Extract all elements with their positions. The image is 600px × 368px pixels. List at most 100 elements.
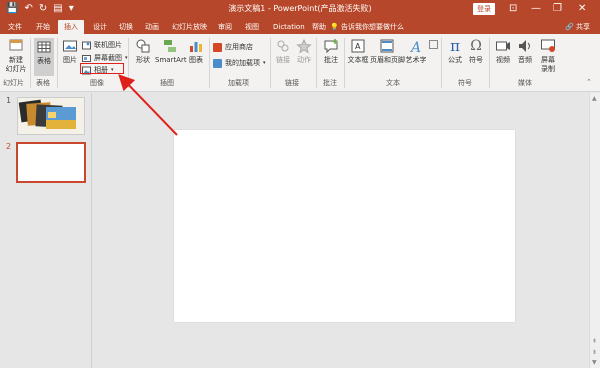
- powerpoint-window: 💾 ↶ ↻ ▤ ▾ 演示文稿1 - PowerPoint(产品激活失败) 登录 …: [0, 0, 600, 368]
- table-icon: [37, 41, 51, 53]
- link-button[interactable]: 链接: [274, 38, 292, 65]
- picture-label: 图片: [63, 56, 77, 64]
- vertical-scrollbar[interactable]: ▲ ⇞ ⇟ ▼: [589, 93, 600, 368]
- chevron-up-icon: ⌃: [586, 78, 592, 86]
- video-button[interactable]: 视频: [493, 38, 513, 65]
- chart-label: 图表: [189, 56, 203, 64]
- tab-file[interactable]: 文件: [8, 20, 22, 34]
- action-label: 动作: [297, 56, 311, 64]
- my-addins-button[interactable]: 我的加载项 ▾: [213, 58, 266, 68]
- group-label-links: 链接: [285, 79, 299, 87]
- ribbon-display-options-icon[interactable]: ⊡: [509, 2, 517, 16]
- tab-animations[interactable]: 动画: [145, 20, 159, 34]
- tab-transitions[interactable]: 切换: [119, 20, 133, 34]
- tab-view[interactable]: 视图: [245, 20, 259, 34]
- group-label-slides: 幻灯片: [3, 79, 24, 87]
- group-label-addins: 加载项: [228, 79, 249, 87]
- chart-icon: [190, 42, 202, 52]
- text-options-icon: [429, 40, 438, 49]
- group-label-media: 媒体: [518, 79, 532, 87]
- text-more-options[interactable]: [429, 40, 438, 49]
- comment-icon: [324, 39, 338, 54]
- smartart-label: SmartArt: [155, 56, 187, 64]
- symbol-label: 符号: [469, 56, 483, 64]
- tab-review[interactable]: 审阅: [218, 20, 232, 34]
- symbol-button[interactable]: Ω 符号: [467, 38, 485, 65]
- tab-dictation[interactable]: Dictation: [273, 20, 305, 34]
- comment-button[interactable]: 批注: [321, 38, 341, 65]
- tab-slideshow[interactable]: 幻灯片放映: [172, 20, 207, 34]
- share-button[interactable]: 🔗 共享: [565, 20, 590, 34]
- online-pictures-button[interactable]: 联机图片: [82, 40, 122, 50]
- smartart-icon: [164, 40, 176, 52]
- restore-button[interactable]: ❐: [553, 2, 562, 16]
- slide-number: 1: [6, 96, 12, 105]
- shapes-button[interactable]: 形状: [133, 38, 153, 65]
- current-slide[interactable]: [174, 130, 515, 322]
- action-button[interactable]: 动作: [295, 38, 313, 65]
- equation-button[interactable]: π 公式: [446, 38, 464, 65]
- online-pictures-label: 联机图片: [94, 41, 122, 49]
- screen-recording-button[interactable]: 屏幕 录制: [537, 38, 559, 74]
- wordart-icon: A: [409, 40, 421, 54]
- video-icon: [496, 41, 510, 51]
- tab-design[interactable]: 设计: [93, 20, 107, 34]
- slide-number: 2: [6, 142, 12, 151]
- screen-recording-icon: [541, 39, 555, 52]
- collapse-ribbon-button[interactable]: ⌃: [586, 78, 592, 86]
- group-separator: [270, 38, 271, 88]
- slide-thumbnail-1[interactable]: [17, 97, 85, 135]
- smartart-button[interactable]: SmartArt: [155, 38, 187, 65]
- scroll-down-icon[interactable]: ▼: [592, 359, 597, 366]
- album-thumbnail-image: [18, 98, 84, 134]
- group-separator: [316, 38, 317, 88]
- chevron-down-icon: ▾: [263, 60, 266, 66]
- audio-button[interactable]: 音频: [515, 38, 535, 65]
- ribbon-tabs: 文件 开始 插入 设计 切换 动画 幻灯片放映 审阅 视图 Dictation …: [0, 18, 600, 34]
- action-star-icon: [296, 38, 312, 54]
- picture-icon: [63, 40, 77, 52]
- tell-me-search[interactable]: 💡 告诉我你想要做什么: [330, 20, 404, 34]
- store-label: 应用商店: [225, 43, 253, 51]
- comment-label: 批注: [324, 56, 338, 64]
- speaker-icon: [519, 40, 530, 52]
- wordart-button[interactable]: A 艺术字: [405, 38, 427, 65]
- table-label: 表格: [37, 57, 51, 65]
- scroll-up-icon[interactable]: ▲: [592, 95, 597, 102]
- group-separator: [30, 38, 31, 88]
- chart-button[interactable]: 图表: [187, 38, 205, 65]
- screenshot-button[interactable]: 屏幕截图 ▾: [82, 53, 128, 63]
- header-footer-icon: [380, 39, 394, 53]
- table-button[interactable]: 表格: [34, 38, 54, 76]
- tab-help[interactable]: 帮助: [312, 20, 326, 34]
- scroll-next-slide-icon[interactable]: ⇟: [592, 349, 597, 356]
- header-footer-button[interactable]: 页眉和页脚: [370, 38, 405, 65]
- login-button[interactable]: 登录: [473, 3, 495, 15]
- title-bar: 💾 ↶ ↻ ▤ ▾ 演示文稿1 - PowerPoint(产品激活失败) 登录 …: [0, 0, 600, 18]
- svg-text:A: A: [409, 40, 421, 54]
- textbox-label: 文本框: [347, 56, 369, 64]
- group-separator: [57, 38, 58, 88]
- tab-insert[interactable]: 插入: [58, 20, 84, 34]
- group-label-comments: 批注: [323, 79, 337, 87]
- tab-home[interactable]: 开始: [36, 20, 50, 34]
- my-addins-label: 我的加载项: [225, 59, 260, 67]
- group-label-symbols: 符号: [458, 79, 472, 87]
- store-icon: [213, 42, 222, 52]
- audio-label: 音频: [518, 56, 532, 64]
- picture-button[interactable]: 图片: [61, 38, 79, 65]
- slide-thumbnail-2-selected[interactable]: [16, 142, 86, 183]
- group-label-tables: 表格: [36, 79, 50, 87]
- textbox-button[interactable]: A 文本框: [347, 38, 369, 65]
- close-button[interactable]: ✕: [578, 2, 586, 16]
- group-label-illustrations: 插图: [160, 79, 174, 87]
- store-button[interactable]: 应用商店: [213, 42, 253, 52]
- shapes-label: 形状: [136, 56, 150, 64]
- equation-label: 公式: [448, 56, 462, 64]
- group-label-images: 图像: [90, 79, 104, 87]
- new-slide-button[interactable]: 新建 幻灯片: [4, 38, 28, 74]
- group-label-text: 文本: [386, 79, 400, 87]
- minimize-button[interactable]: —: [531, 2, 541, 16]
- scroll-prev-slide-icon[interactable]: ⇞: [592, 338, 597, 345]
- group-separator: [128, 38, 129, 88]
